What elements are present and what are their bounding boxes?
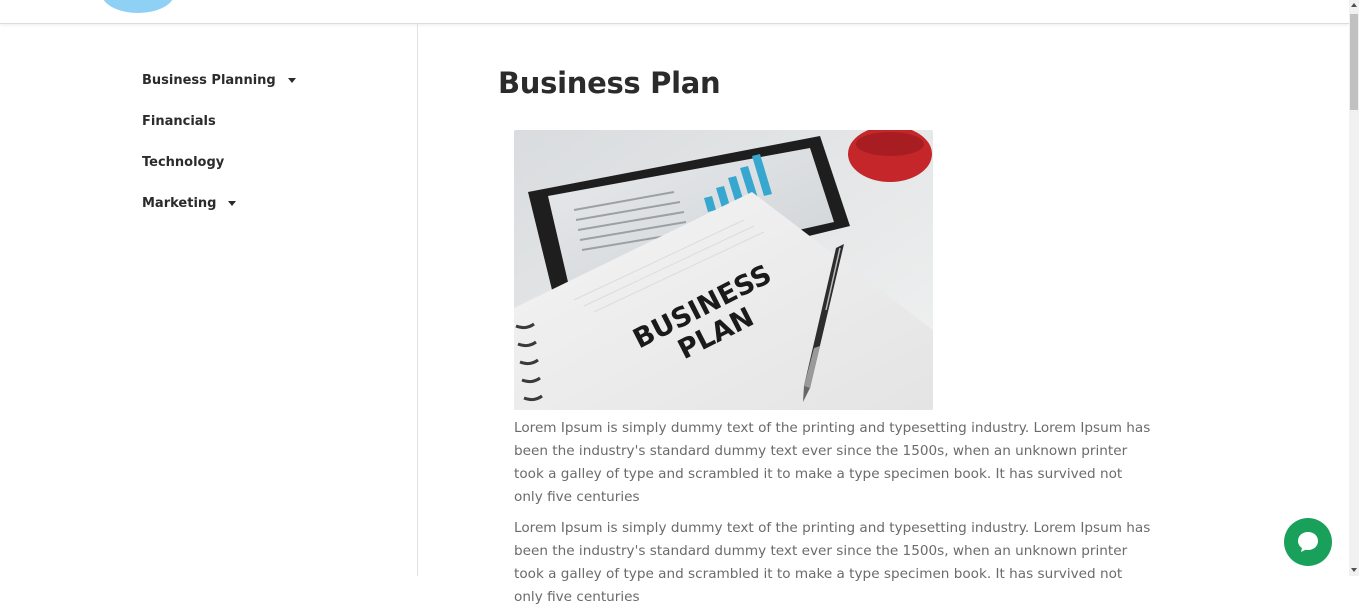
sidebar: Business Planning Financials Technology … <box>0 24 418 576</box>
scroll-thumb[interactable] <box>1350 14 1358 110</box>
sidebar-item-business-planning[interactable]: Business Planning <box>142 73 296 88</box>
top-header <box>0 0 1349 24</box>
body-paragraph: Lorem Ipsum is simply dummy text of the … <box>514 420 1151 505</box>
scroll-up-icon[interactable] <box>1351 3 1357 7</box>
vertical-scrollbar[interactable] <box>1349 0 1359 576</box>
chat-bubble-icon <box>1298 532 1318 552</box>
logo-icon[interactable] <box>102 0 174 13</box>
page-title: Business Plan <box>498 66 721 100</box>
main-content: Business Plan BUSINESS PLAN Lorem Ipsum … <box>418 24 1349 605</box>
caret-down-icon[interactable] <box>287 78 296 83</box>
business-plan-image: BUSINESS PLAN <box>514 130 933 410</box>
scroll-down-icon[interactable] <box>1351 568 1357 572</box>
sidebar-item-label: Technology <box>142 155 225 170</box>
caret-down-icon[interactable] <box>228 201 237 206</box>
sidebar-item-technology[interactable]: Technology <box>142 155 224 170</box>
sidebar-item-label: Financials <box>142 114 216 129</box>
sidebar-item-marketing[interactable]: Marketing <box>142 196 237 211</box>
sidebar-item-label: Marketing <box>142 196 217 211</box>
chat-button[interactable] <box>1284 518 1332 566</box>
sidebar-item-financials[interactable]: Financials <box>142 114 216 129</box>
sidebar-item-label: Business Planning <box>142 73 276 88</box>
body-paragraph: Lorem Ipsum is simply dummy text of the … <box>514 520 1151 605</box>
